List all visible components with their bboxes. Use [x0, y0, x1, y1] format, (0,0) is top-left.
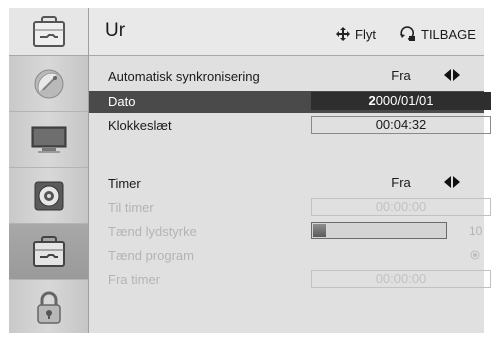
satellite-dish-icon: [34, 69, 63, 98]
setup-toolbox-icon: [32, 235, 65, 267]
setting-date[interactable]: Dato 2000/01/01: [89, 91, 491, 113]
on-volume-value: 10: [469, 224, 483, 238]
left-right-arrows-icon[interactable]: [444, 176, 460, 188]
on-time-field: 00:00:00: [311, 198, 491, 216]
menu-header: Ur Flyt TILBAGE: [89, 8, 484, 56]
date-label: Dato: [108, 94, 136, 109]
date-cursor-digit: 2: [368, 93, 376, 108]
sidebar-item-setup-header[interactable]: [9, 8, 88, 56]
settings-panel: Automatisk synkronisering Fra Dato 2000/…: [89, 56, 491, 333]
on-program-label: Tænd program: [108, 248, 194, 263]
page-title: Ur: [105, 20, 126, 41]
setup-toolbox-icon: [32, 15, 65, 47]
off-time-field: 00:00:00: [311, 270, 491, 288]
setting-clock[interactable]: Klokkeslæt 00:04:32: [89, 115, 491, 137]
sidebar-item-setup[interactable]: [9, 224, 88, 280]
back-hint-label: TILBAGE: [421, 26, 476, 42]
date-value: 000/01/01: [375, 93, 434, 108]
move-hint: Flyt: [335, 26, 376, 42]
sidebar: [9, 8, 89, 333]
radio-icon: [470, 250, 480, 260]
sidebar-item-sound[interactable]: [9, 168, 88, 224]
setting-on-volume: Tænd lydstyrke 10: [89, 221, 484, 243]
sidebar-item-picture[interactable]: [9, 112, 88, 168]
setting-timer[interactable]: Timer Fra: [89, 173, 484, 195]
on-time-label: Til timer: [108, 200, 154, 215]
clock-field[interactable]: 00:04:32: [311, 116, 491, 134]
setting-on-time: Til timer 00:00:00: [89, 197, 491, 219]
left-right-arrows-icon[interactable]: [444, 69, 460, 81]
monitor-icon: [31, 126, 66, 153]
move-hint-label: Flyt: [355, 26, 376, 42]
move-arrows-icon: [336, 27, 350, 41]
sidebar-item-channel[interactable]: [9, 56, 88, 112]
on-volume-fill: [313, 224, 326, 237]
lock-icon: [36, 291, 61, 324]
back-hint[interactable]: TILBAGE: [399, 26, 476, 42]
off-time-label: Fra timer: [108, 272, 160, 287]
auto-sync-label: Automatisk synkronisering: [108, 69, 260, 84]
on-volume-slider: [311, 222, 447, 239]
date-field[interactable]: 2000/01/01: [311, 92, 491, 110]
auto-sync-value: Fra: [391, 68, 411, 83]
timer-label: Timer: [108, 176, 141, 191]
clock-label: Klokkeslæt: [108, 118, 172, 133]
timer-value: Fra: [391, 175, 411, 190]
back-return-icon: [400, 26, 415, 41]
setting-auto-sync[interactable]: Automatisk synkronisering Fra: [89, 66, 484, 88]
on-volume-label: Tænd lydstyrke: [108, 224, 197, 239]
speaker-icon: [34, 181, 63, 210]
setting-off-time: Fra timer 00:00:00: [89, 269, 491, 291]
setting-on-program: Tænd program: [89, 245, 484, 267]
sidebar-item-lock[interactable]: [9, 280, 88, 336]
